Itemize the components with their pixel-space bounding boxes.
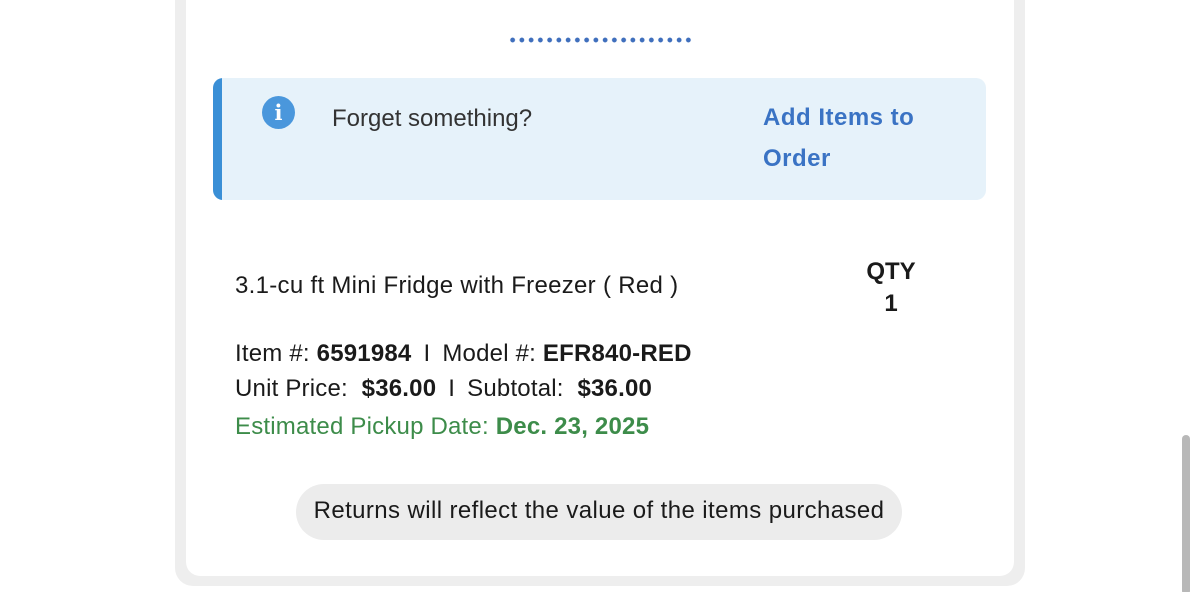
notice-message: Forget something? [332, 105, 533, 132]
info-icon: i [262, 96, 295, 129]
pickup-date-label: Estimated Pickup Date: [235, 413, 489, 440]
pickup-date: Dec. 23, 2025 [495, 413, 650, 440]
item-number-label: Item #: [235, 340, 310, 367]
subtotal-label: Subtotal: [467, 375, 564, 402]
model-number-label: Model #: [442, 340, 537, 367]
separator: I [423, 340, 431, 367]
unit-price-label: Unit Price: [235, 375, 348, 402]
returns-note: Returns will reflect the value of the it… [296, 484, 902, 540]
subtotal: $36.00 [577, 375, 653, 402]
pickup-date-line: Estimated Pickup Date: Dec. 23, 2025 [235, 413, 649, 441]
item-model-line: Item #: 6591984 I Model #: EFR840-RED [235, 340, 692, 368]
price-line: Unit Price: $36.00 I Subtotal: $36.00 [235, 375, 652, 403]
qty-label: QTY [866, 258, 916, 285]
forget-something-notice: i Forget something? Add Items to Order [213, 78, 986, 200]
dotted-divider [508, 37, 693, 43]
order-details-page: i Forget something? Add Items to Order 3… [0, 0, 1200, 592]
unit-price: $36.00 [361, 375, 437, 402]
returns-note-text: Returns will reflect the value of the it… [313, 497, 885, 524]
qty-value: 1 [884, 290, 898, 317]
product-name: 3.1-cu ft Mini Fridge with Freezer ( Red… [235, 272, 679, 299]
quantity-block: QTY 1 [852, 256, 930, 320]
notice-accent-bar [213, 78, 222, 200]
item-number: 6591984 [316, 340, 412, 367]
scrollbar-thumb[interactable] [1182, 435, 1190, 592]
separator: I [448, 375, 456, 402]
add-items-to-order-link[interactable]: Add Items to Order [763, 97, 963, 179]
model-number: EFR840-RED [542, 340, 692, 367]
